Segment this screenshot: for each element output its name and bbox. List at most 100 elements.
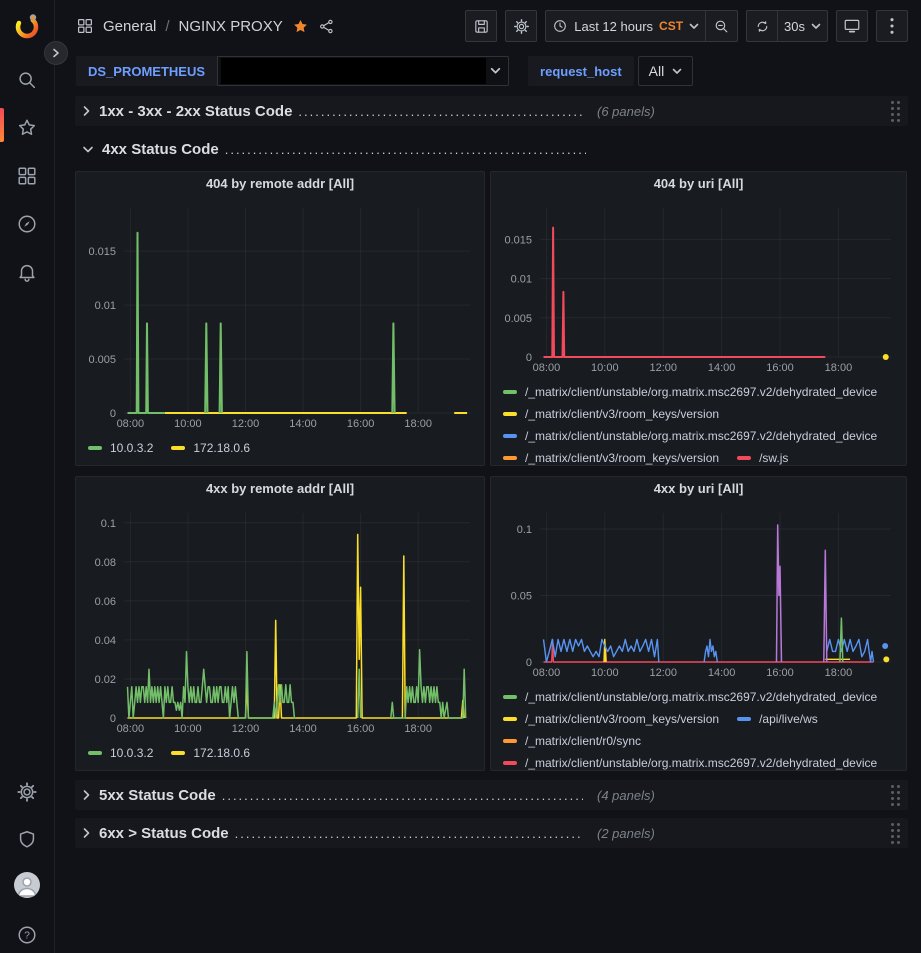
legend-item[interactable]: /_matrix/client/v3/room_keys/version [503,447,719,465]
legend-label: 172.18.0.6 [193,441,250,455]
svg-text:18:00: 18:00 [825,362,853,374]
legend-swatch [503,695,517,699]
svg-text:0.04: 0.04 [95,635,116,647]
server-admin-shield-icon[interactable] [0,824,54,856]
zoom-out-button[interactable] [706,10,738,42]
more-options-button[interactable] [876,10,908,42]
refresh-interval-value: 30s [784,19,805,34]
breadcrumb-section[interactable]: General [103,18,156,35]
toolbar: Last 12 hours CST [465,10,908,42]
legend-item[interactable]: /_matrix/client/unstable/org.matrix.msc2… [503,425,877,447]
cycle-view-mode-button[interactable] [836,10,868,42]
svg-text:0.08: 0.08 [95,557,116,569]
chart-canvas[interactable]: 08:0010:0012:0014:0016:0018:0000.020.040… [78,505,482,736]
leader-dots: ........................................… [222,788,583,803]
dashboard-settings-button[interactable] [505,10,537,42]
legend-swatch [737,456,751,460]
chart-canvas[interactable]: 08:0010:0012:0014:0016:0018:0000.0050.01… [494,200,903,375]
help-icon[interactable]: ? [0,919,54,951]
row-6xx[interactable]: 6xx > Status Code ......................… [75,818,908,848]
row-panel-count: (2 panels) [597,826,655,841]
row-title: 1xx - 3xx - 2xx Status Code [99,103,292,120]
legend-item[interactable]: 172.18.0.6 [171,437,250,459]
configuration-gear-icon[interactable] [0,776,54,808]
legend-item[interactable]: /_matrix/client/unstable/org.matrix.msc2… [503,381,877,403]
starred-icon[interactable] [0,112,54,144]
svg-text:0.015: 0.015 [504,234,532,246]
legend-swatch [503,390,517,394]
svg-text:16:00: 16:00 [766,362,794,374]
legend-item[interactable]: 172.18.0.6 [171,742,250,764]
datasource-select[interactable] [217,56,509,86]
svg-text:08:00: 08:00 [533,362,561,374]
chevron-right-icon [82,789,91,801]
svg-text:08:00: 08:00 [117,418,145,430]
legend-label: /api/live/ws [759,712,818,726]
sidebar-expand-button[interactable] [44,41,68,65]
profile-avatar[interactable] [0,869,54,901]
chevron-down-icon [82,145,94,154]
share-icon[interactable] [318,18,335,35]
request-host-select[interactable]: All [638,56,694,86]
panel-title[interactable]: 4xx by remote addr [All] [76,481,484,505]
svg-text:14:00: 14:00 [289,418,317,430]
legend-item[interactable]: /sw.js [737,447,788,465]
favorite-star-icon[interactable] [292,18,309,35]
redacted-value [221,58,486,84]
row-drag-handle[interactable] [891,785,900,806]
legend-item[interactable]: /_matrix/client/v3/room_keys/version [503,403,719,425]
panel-4xx-by-uri: 4xx by uri [All] 08:0010:0012:0014:0016:… [490,476,907,771]
legend-item[interactable]: /_matrix/client/v3/room_keys/version [503,708,719,730]
gear-icon [513,18,530,35]
row-1xx-3xx-2xx[interactable]: 1xx - 3xx - 2xx Status Code ............… [75,96,908,126]
grafana-logo-icon[interactable] [0,10,54,42]
save-dashboard-button[interactable] [465,10,497,42]
svg-text:08:00: 08:00 [533,667,561,679]
time-range-button[interactable]: Last 12 hours CST [545,10,706,42]
dashboards-icon[interactable] [0,160,54,192]
chart-canvas[interactable]: 08:0010:0012:0014:0016:0018:0000.0050.01… [78,200,482,431]
svg-text:14:00: 14:00 [708,362,736,374]
legend-label: /_matrix/client/v3/room_keys/version [525,451,719,465]
refresh-interval-dropdown[interactable]: 30s [778,10,828,42]
row-title: 5xx Status Code [99,787,216,804]
breadcrumb-title[interactable]: NGINX PROXY [179,18,283,35]
legend-item[interactable]: /_matrix/client/unstable/org.matrix.msc2… [503,686,877,708]
datasource-label[interactable]: DS_PROMETHEUS [76,56,217,86]
chart-canvas[interactable]: 08:0010:0012:0014:0016:0018:0000.050.1 [494,505,903,680]
explore-compass-icon[interactable] [0,208,54,240]
legend-label: 172.18.0.6 [193,746,250,760]
legend-swatch [503,761,517,765]
legend-label: /_matrix/client/unstable/org.matrix.msc2… [525,756,877,770]
refresh-button[interactable] [746,10,778,42]
legend-swatch [171,446,185,450]
panel-title[interactable]: 404 by uri [All] [491,176,906,200]
row-5xx[interactable]: 5xx Status Code ........................… [75,780,908,810]
dashboard-header: General / NGINX PROXY [55,0,921,52]
row-panel-count: (4 panels) [597,788,655,803]
legend-item[interactable]: /_matrix/client/r0/sync [503,730,641,752]
legend-item[interactable]: /api/live/ws [737,708,818,730]
search-icon[interactable] [0,64,54,96]
row-drag-handle[interactable] [891,101,900,122]
panel-title[interactable]: 404 by remote addr [All] [76,176,484,200]
svg-text:0: 0 [526,352,532,364]
legend-item[interactable]: /_matrix/client/unstable/org.matrix.msc2… [503,752,877,770]
row-drag-handle[interactable] [891,823,900,844]
alerting-bell-icon[interactable] [0,256,54,288]
request-host-label[interactable]: request_host [528,56,634,86]
row-title: 6xx > Status Code [99,825,229,842]
chevron-down-icon [672,68,682,75]
dashboard-variables: DS_PROMETHEUS request_host All [55,52,921,90]
panels-row-2: 4xx by remote addr [All] 08:0010:0012:00… [75,476,908,771]
svg-text:10:00: 10:00 [591,362,619,374]
svg-text:08:00: 08:00 [117,723,145,735]
svg-text:?: ? [24,931,30,942]
panel-title[interactable]: 4xx by uri [All] [491,481,906,505]
apps-grid-icon [76,17,94,35]
svg-text:0.1: 0.1 [101,518,116,530]
legend-item[interactable]: 10.0.3.2 [88,742,153,764]
row-4xx[interactable]: 4xx Status Code ........................… [75,135,908,163]
legend-item[interactable]: 10.0.3.2 [88,437,153,459]
sidebar: ? [0,0,55,953]
